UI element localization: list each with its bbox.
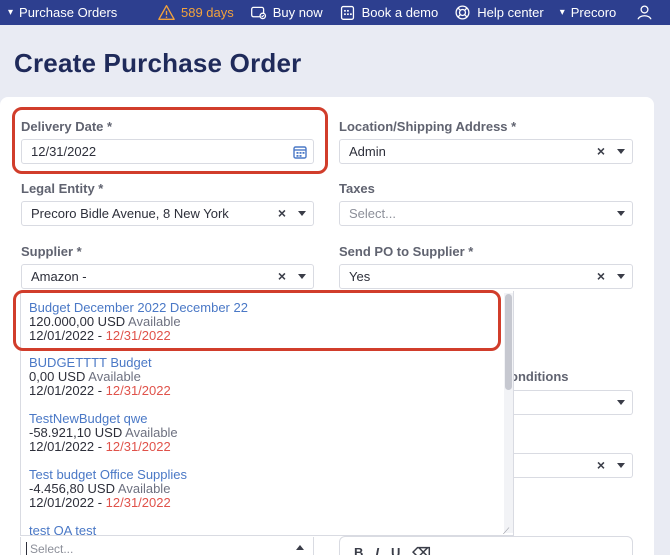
budget-option[interactable]: TestNewBudget qwe -58.921,10 USD Availab… — [29, 412, 178, 454]
clear-icon[interactable]: × — [278, 205, 286, 221]
budget-option[interactable]: test QA test — [29, 524, 96, 536]
budget-amount: -58.921,10 USD — [29, 425, 123, 440]
right-select-2[interactable]: × — [514, 453, 633, 478]
location-select[interactable]: Admin × — [339, 139, 633, 164]
budget-option[interactable]: Test budget Office Supplies -4.456,80 US… — [29, 468, 187, 510]
chevron-down-icon[interactable] — [617, 463, 625, 468]
budget-amount: -4.456,80 USD — [29, 481, 115, 496]
clear-icon[interactable]: × — [597, 268, 605, 284]
budget-start: 12/01/2022 — [29, 439, 95, 454]
send-po-label: Send PO to Supplier * — [339, 244, 474, 259]
conditions-label: onditions — [510, 369, 569, 384]
trial-days-badge[interactable]: 589 days — [158, 4, 234, 21]
taxes-label: Taxes — [339, 181, 375, 196]
taxes-placeholder: Select... — [349, 206, 396, 221]
date-separator: - — [94, 495, 106, 510]
supplier-value: Amazon - — [31, 269, 87, 284]
page-title: Create Purchase Order — [14, 48, 302, 78]
budget-start: 12/01/2022 — [29, 495, 95, 510]
budget-select-input[interactable]: Select... — [20, 537, 314, 555]
buy-now-label: Buy now — [272, 5, 323, 20]
book-demo-label: Book a demo — [361, 5, 439, 20]
chevron-down-icon: ▾ — [8, 7, 14, 18]
clear-icon[interactable]: × — [278, 268, 286, 284]
conditions-select[interactable] — [514, 390, 633, 415]
budget-option[interactable]: BUDGETTTT Budget 0,00 USD Available 12/0… — [29, 356, 171, 398]
legal-entity-value: Precoro Bidle Avenue, 8 New York — [31, 206, 229, 221]
buy-now-button[interactable]: Buy now — [250, 4, 323, 21]
budget-available: Available — [125, 425, 178, 440]
dropdown-scrollbar-thumb[interactable] — [505, 294, 512, 390]
supplier-label: Supplier * — [21, 244, 82, 259]
trial-days-text: 589 days — [181, 5, 234, 20]
budget-select-placeholder: Select... — [30, 542, 74, 555]
cart-icon — [250, 6, 266, 20]
lifebuoy-icon — [455, 5, 470, 20]
supplier-select[interactable]: Amazon - × — [21, 264, 314, 289]
budget-end: 12/31/2022 — [105, 439, 171, 454]
budget-end: 12/31/2022 — [105, 495, 171, 510]
budget-name: Test budget Office Supplies — [29, 467, 188, 482]
bold-button[interactable]: B — [354, 545, 363, 555]
budget-name: test QA test — [29, 523, 97, 536]
chevron-down-icon[interactable] — [617, 400, 625, 405]
top-navbar: ▾ Purchase Orders 589 days Buy now Book … — [0, 0, 670, 25]
location-value: Admin — [349, 144, 386, 159]
date-separator: - — [94, 439, 106, 454]
warning-icon — [158, 5, 175, 20]
breadcrumb[interactable]: ▾ Purchase Orders — [0, 5, 117, 20]
budget-name: BUDGETTTT Budget — [29, 355, 152, 370]
budget-amount: 0,00 USD — [29, 369, 86, 384]
chevron-down-icon[interactable] — [298, 274, 306, 279]
taxes-select[interactable]: Select... — [339, 201, 633, 226]
budget-available: Available — [88, 369, 141, 384]
chevron-down-icon: ▾ — [559, 7, 565, 18]
chevron-down-icon[interactable] — [617, 149, 625, 154]
clear-format-icon[interactable]: ⌫ — [412, 545, 430, 555]
chevron-up-icon[interactable] — [296, 545, 304, 550]
notes-editor-toolbar: B I U ⌫ — [339, 536, 633, 555]
company-switcher[interactable]: ▾ Precoro — [560, 5, 617, 20]
company-name: Precoro — [570, 5, 617, 20]
send-po-select[interactable]: Yes × — [339, 264, 633, 289]
budget-available: Available — [117, 481, 171, 496]
italic-button[interactable]: I — [375, 545, 379, 555]
send-po-value: Yes — [349, 269, 371, 284]
user-icon[interactable] — [636, 4, 653, 21]
breadcrumb-purchase-orders[interactable]: Purchase Orders — [19, 5, 117, 20]
clear-icon[interactable]: × — [597, 143, 605, 159]
clear-icon[interactable]: × — [597, 457, 605, 473]
legal-entity-select[interactable]: Precoro Bidle Avenue, 8 New York × — [21, 201, 314, 226]
help-center-label: Help center — [477, 5, 544, 20]
book-demo-button[interactable]: Book a demo — [339, 4, 439, 21]
chevron-down-icon[interactable] — [617, 274, 625, 279]
date-separator: - — [94, 383, 106, 398]
highlight-budget-option — [13, 290, 501, 351]
underline-button[interactable]: U — [391, 545, 400, 555]
legal-entity-label: Legal Entity * — [21, 181, 104, 196]
highlight-delivery-date — [12, 107, 328, 174]
budget-start: 12/01/2022 — [29, 383, 95, 398]
budget-end: 12/31/2022 — [105, 383, 171, 398]
text-cursor — [26, 542, 27, 555]
chevron-down-icon[interactable] — [617, 211, 625, 216]
location-label: Location/Shipping Address * — [339, 119, 517, 134]
budget-name: TestNewBudget qwe — [29, 411, 148, 426]
help-center-button[interactable]: Help center — [454, 4, 544, 21]
calendar-icon — [340, 5, 354, 20]
chevron-down-icon[interactable] — [298, 211, 306, 216]
